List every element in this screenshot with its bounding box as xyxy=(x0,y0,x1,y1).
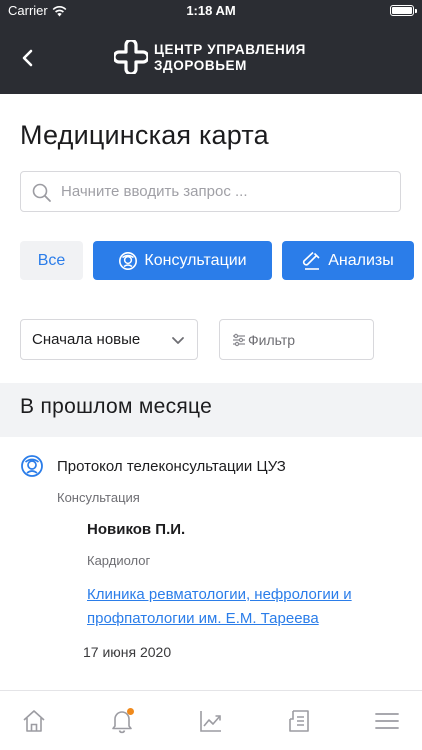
sort-selected-value: Сначала новые xyxy=(32,331,141,348)
brand-line-1: ЦЕНТР УПРАВЛЕНИЯ xyxy=(154,42,306,57)
logo-icon xyxy=(112,38,150,76)
search-box[interactable] xyxy=(20,171,401,212)
back-button[interactable] xyxy=(14,44,42,72)
brand-line-2: ЗДОРОВЬЕМ xyxy=(154,58,248,73)
status-bar: Carrier 1:18 AM xyxy=(0,0,422,22)
filter-consultations-button[interactable]: Консультации xyxy=(93,241,272,280)
document-icon xyxy=(289,710,309,732)
filter-button-label: Фильтр xyxy=(248,331,296,348)
filter-all-button[interactable]: Все xyxy=(20,241,83,280)
notification-dot xyxy=(127,708,134,715)
tab-home[interactable] xyxy=(18,705,50,737)
home-icon xyxy=(23,710,45,732)
brand-name: ЦЕНТР УПРАВЛЕНИЯ ЗДОРОВЬЕМ xyxy=(154,42,306,74)
record-card[interactable]: Протокол телеконсультации ЦУЗ Консультац… xyxy=(0,437,422,690)
doctor-icon xyxy=(119,251,138,270)
menu-icon xyxy=(375,713,399,729)
chevron-down-icon xyxy=(172,337,184,344)
clinic-link[interactable]: Клиника ревматологии, нефрологии и профп… xyxy=(87,583,407,631)
doctor-specialty: Кардиолог xyxy=(87,553,151,568)
section-header: В прошлом месяце xyxy=(0,383,422,437)
tab-menu[interactable] xyxy=(371,705,403,737)
clock: 1:18 AM xyxy=(186,3,236,18)
filter-all-label: Все xyxy=(37,251,66,269)
record-date: 17 июня 2020 xyxy=(83,644,172,660)
section-title: В прошлом месяце xyxy=(20,395,213,418)
chart-icon xyxy=(200,711,221,732)
filter-analyses-button[interactable]: Анализы xyxy=(282,241,414,280)
tab-documents[interactable] xyxy=(283,705,315,737)
bottom-tab-bar xyxy=(0,690,422,750)
filter-consultations-label: Консультации xyxy=(144,251,247,269)
chevron-left-icon xyxy=(22,49,33,67)
sliders-icon xyxy=(233,333,245,346)
tab-statistics[interactable] xyxy=(195,705,227,737)
sort-dropdown[interactable]: Сначала новые xyxy=(20,319,198,360)
app-header: ЦЕНТР УПРАВЛЕНИЯ ЗДОРОВЬЕМ xyxy=(0,22,422,94)
record-type: Консультация xyxy=(57,490,140,505)
doctor-name: Новиков П.И. xyxy=(87,521,186,538)
consultation-icon xyxy=(20,454,44,483)
filter-button[interactable]: Фильтр xyxy=(219,319,374,360)
search-icon xyxy=(32,183,52,208)
battery-icon xyxy=(390,5,417,16)
filter-analyses-label: Анализы xyxy=(328,251,394,269)
test-tube-icon xyxy=(303,251,320,270)
main-content: Медицинская карта Все Консультации Анали… xyxy=(0,94,422,690)
tab-notifications[interactable] xyxy=(106,705,138,737)
page-title: Медицинская карта xyxy=(20,120,269,150)
record-title: Протокол телеконсультации ЦУЗ xyxy=(57,458,286,475)
search-input[interactable] xyxy=(61,172,391,211)
